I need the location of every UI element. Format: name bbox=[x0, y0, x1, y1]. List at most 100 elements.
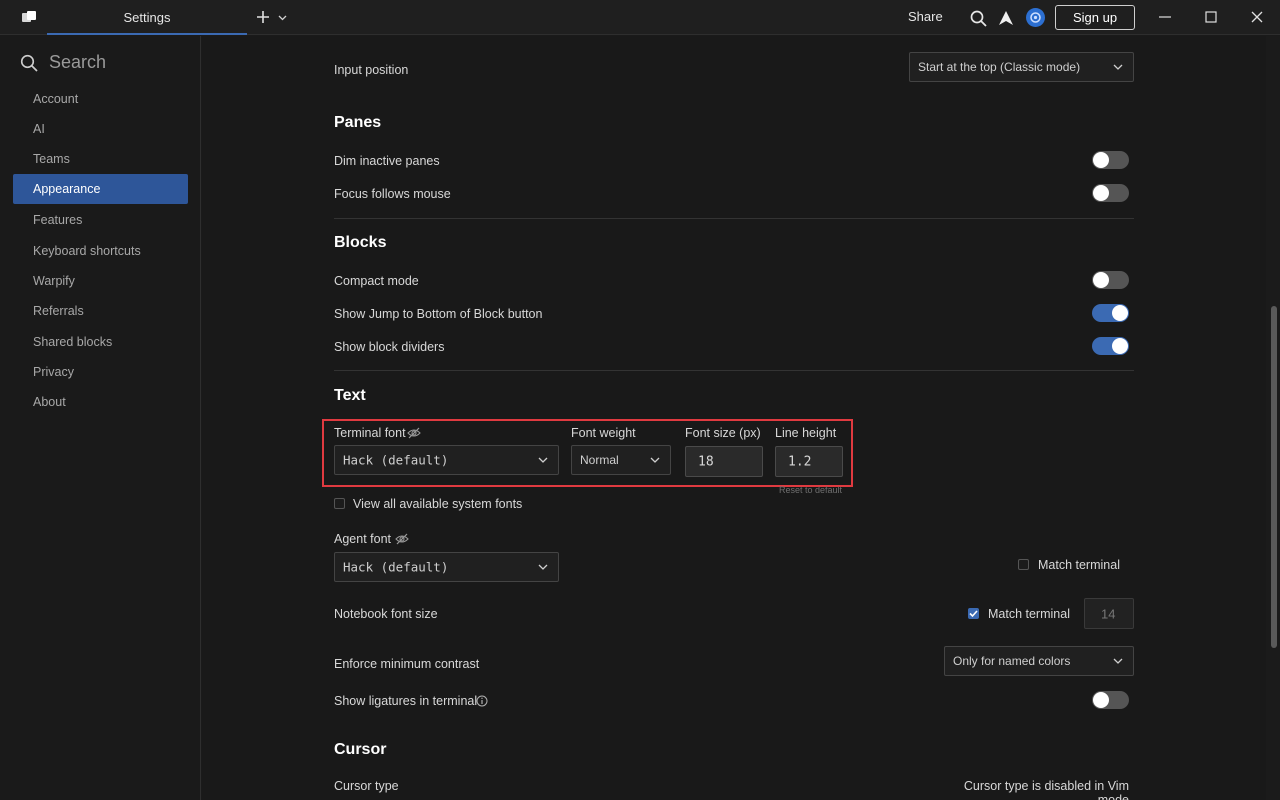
notebook-font-size-label: Notebook font size bbox=[334, 607, 438, 621]
block-dividers-toggle[interactable] bbox=[1092, 337, 1129, 355]
sidebar-search-input[interactable]: Search bbox=[49, 52, 106, 73]
chevron-down-icon bbox=[650, 457, 660, 463]
focus-follows-mouse-toggle[interactable] bbox=[1092, 184, 1129, 202]
view-all-fonts-label: View all available system fonts bbox=[353, 497, 523, 511]
sidebar-item-label: Teams bbox=[33, 152, 70, 166]
sidebar-item-appearance[interactable]: Appearance bbox=[13, 174, 188, 204]
font-size-input[interactable]: 18 bbox=[685, 446, 763, 477]
scrollbar[interactable] bbox=[1266, 36, 1280, 800]
warp-app-icon[interactable] bbox=[21, 10, 37, 24]
scrollbar-thumb[interactable] bbox=[1271, 306, 1277, 648]
jump-to-bottom-toggle[interactable] bbox=[1092, 304, 1129, 322]
dropdown-value: Only for named colors bbox=[953, 654, 1071, 668]
sidebar-item-privacy[interactable]: Privacy bbox=[13, 357, 188, 387]
settings-gear-icon bbox=[1030, 12, 1041, 23]
view-all-fonts-checkbox[interactable] bbox=[334, 498, 345, 509]
notebook-font-size-input[interactable]: 14 bbox=[1084, 598, 1134, 629]
search-icon[interactable] bbox=[970, 10, 987, 27]
tab-label: Settings bbox=[123, 10, 171, 25]
search-icon[interactable] bbox=[20, 54, 38, 72]
plus-icon[interactable] bbox=[256, 10, 270, 24]
eye-off-icon[interactable] bbox=[407, 427, 421, 439]
sidebar-item-ai[interactable]: AI bbox=[13, 114, 188, 144]
sidebar-item-features[interactable]: Features bbox=[13, 205, 188, 235]
sidebar-item-label: Account bbox=[33, 92, 79, 106]
dim-inactive-panes-label: Dim inactive panes bbox=[334, 154, 440, 168]
blocks-section-title: Blocks bbox=[334, 234, 387, 251]
ligatures-toggle[interactable] bbox=[1092, 691, 1129, 709]
sidebar-item-account[interactable]: Account bbox=[13, 84, 188, 114]
terminal-font-label: Terminal font bbox=[334, 426, 406, 440]
font-weight-label: Font weight bbox=[571, 426, 636, 440]
tab-settings[interactable]: Settings bbox=[47, 0, 247, 35]
sidebar-item-label: Features bbox=[33, 213, 83, 227]
close-icon[interactable] bbox=[1249, 9, 1265, 25]
agent-match-terminal-label: Match terminal bbox=[1038, 558, 1120, 572]
share-button[interactable]: Share bbox=[908, 9, 943, 24]
sidebar-item-label: About bbox=[33, 395, 66, 409]
min-contrast-dropdown[interactable]: Only for named colors bbox=[944, 646, 1134, 676]
sidebar-item-teams[interactable]: Teams bbox=[13, 144, 188, 174]
chevron-down-icon bbox=[538, 564, 548, 570]
dropdown-value: Start at the top (Classic mode) bbox=[918, 60, 1081, 74]
ligatures-label: Show ligatures in terminal bbox=[334, 694, 478, 708]
chevron-down-icon bbox=[1113, 64, 1123, 70]
avatar[interactable] bbox=[1026, 8, 1045, 27]
section-divider bbox=[334, 218, 1134, 219]
title-bar: Settings Share Sign up bbox=[0, 0, 1280, 35]
agent-match-terminal-checkbox[interactable] bbox=[1018, 559, 1029, 570]
cursor-section-title: Cursor bbox=[334, 741, 387, 758]
eye-off-icon[interactable] bbox=[395, 533, 409, 545]
input-position-dropdown[interactable]: Start at the top (Classic mode) bbox=[909, 52, 1134, 82]
notebook-match-terminal-checkbox[interactable] bbox=[968, 608, 979, 619]
font-size-label: Font size (px) bbox=[685, 426, 761, 440]
line-height-value: 1.2 bbox=[788, 454, 812, 469]
chevron-down-icon bbox=[1113, 658, 1123, 664]
font-size-value: 18 bbox=[698, 454, 714, 469]
agent-font-dropdown[interactable]: Hack (default) bbox=[334, 552, 559, 582]
block-dividers-label: Show block dividers bbox=[334, 340, 445, 354]
cursor-type-disabled-note: Cursor type is disabled in Vim mode bbox=[963, 779, 1129, 800]
panes-section-title: Panes bbox=[334, 114, 382, 131]
line-height-label: Line height bbox=[775, 426, 837, 440]
checkmark-icon bbox=[969, 610, 978, 618]
jump-to-bottom-label: Show Jump to Bottom of Block button bbox=[334, 307, 543, 321]
input-position-label: Input position bbox=[334, 63, 409, 77]
min-contrast-label: Enforce minimum contrast bbox=[334, 657, 480, 671]
dropdown-value: Normal bbox=[580, 453, 619, 467]
sidebar-item-keyboard-shortcuts[interactable]: Keyboard shortcuts bbox=[13, 236, 188, 266]
section-divider bbox=[334, 370, 1134, 371]
minimize-icon[interactable] bbox=[1157, 9, 1173, 25]
reset-to-default-link[interactable]: Reset to default bbox=[779, 485, 842, 495]
sidebar-item-warpify[interactable]: Warpify bbox=[13, 266, 188, 296]
line-height-input[interactable]: 1.2 bbox=[775, 446, 843, 477]
warp-ai-icon[interactable] bbox=[998, 10, 1014, 26]
text-section-title: Text bbox=[334, 387, 366, 404]
chevron-down-icon[interactable] bbox=[278, 13, 287, 22]
settings-sidebar: Search Account AI Teams Appearance Featu… bbox=[0, 36, 201, 800]
notebook-match-terminal-label: Match terminal bbox=[988, 607, 1070, 621]
sidebar-item-label: Appearance bbox=[33, 182, 101, 196]
terminal-font-dropdown[interactable]: Hack (default) bbox=[334, 445, 559, 475]
agent-font-label: Agent font bbox=[334, 532, 391, 546]
sidebar-item-label: Privacy bbox=[33, 365, 74, 379]
sidebar-item-referrals[interactable]: Referrals bbox=[13, 296, 188, 326]
settings-content: Input position Start at the top (Classic… bbox=[202, 36, 1280, 800]
notebook-font-size-value: 14 bbox=[1101, 606, 1116, 621]
sidebar-item-label: Referrals bbox=[33, 304, 84, 318]
compact-mode-toggle[interactable] bbox=[1092, 271, 1129, 289]
sidebar-item-label: Keyboard shortcuts bbox=[33, 244, 141, 258]
font-weight-dropdown[interactable]: Normal bbox=[571, 445, 671, 475]
sidebar-item-shared-blocks[interactable]: Shared blocks bbox=[13, 327, 188, 357]
sign-up-button[interactable]: Sign up bbox=[1055, 5, 1135, 30]
sidebar-item-label: Warpify bbox=[33, 274, 75, 288]
dropdown-value: Hack (default) bbox=[343, 452, 449, 468]
sidebar-item-label: Shared blocks bbox=[33, 335, 113, 349]
maximize-icon[interactable] bbox=[1203, 9, 1219, 25]
dropdown-value: Hack (default) bbox=[343, 559, 449, 575]
cursor-type-label: Cursor type bbox=[334, 779, 399, 793]
chevron-down-icon bbox=[538, 457, 548, 463]
info-icon[interactable] bbox=[476, 695, 488, 707]
dim-inactive-panes-toggle[interactable] bbox=[1092, 151, 1129, 169]
sidebar-item-about[interactable]: About bbox=[13, 387, 188, 417]
